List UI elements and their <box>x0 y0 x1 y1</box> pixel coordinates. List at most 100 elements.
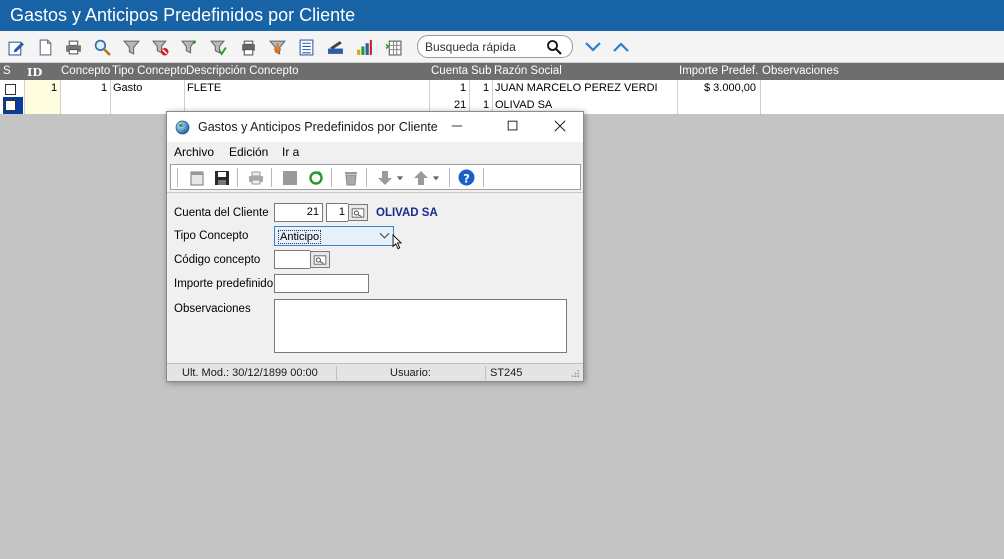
cuenta-lookup-button[interactable] <box>348 204 368 221</box>
col-observaciones[interactable]: Observaciones <box>762 65 839 77</box>
chevron-down-icon[interactable] <box>379 232 390 240</box>
print-icon[interactable] <box>64 38 82 56</box>
col-tipo-concepto[interactable]: Tipo Concepto <box>112 65 186 77</box>
cell-importe: $ 3.000,00 <box>704 82 756 94</box>
sub-input[interactable]: 1 <box>326 203 348 222</box>
filter-clear-icon[interactable] <box>151 38 169 56</box>
codigo-concepto-label: Código concepto <box>174 254 261 266</box>
arrow-down-dropdown-icon[interactable] <box>395 169 405 186</box>
table-row[interactable]: 1 1 Gasto FLETE 1 1 JUAN MARCELO PEREZ V… <box>0 80 1004 97</box>
new-document-icon[interactable] <box>36 38 54 56</box>
save-icon[interactable] <box>213 169 230 186</box>
cell-sub: 1 <box>483 82 490 94</box>
dialog-toolbar: ? <box>170 164 581 190</box>
filter-apply-icon[interactable] <box>209 38 227 56</box>
new-record-icon[interactable] <box>188 169 205 186</box>
menu-ir-a[interactable]: Ir a <box>282 145 299 159</box>
filter-icon[interactable] <box>122 38 140 56</box>
minimize-icon[interactable] <box>449 118 465 134</box>
magnifier-icon[interactable] <box>546 39 562 55</box>
toolbar-separator <box>177 168 178 187</box>
cliente-name: OLIVAD SA <box>376 207 438 219</box>
close-icon[interactable] <box>552 118 568 134</box>
dialog-menubar: Archivo Edición Ir a <box>167 142 583 162</box>
stop-icon[interactable] <box>281 169 298 186</box>
cell-cuenta: 1 <box>460 82 467 94</box>
cell-tipo: Gasto <box>113 82 143 94</box>
export-icon[interactable] <box>268 38 286 56</box>
maximize-icon[interactable] <box>505 118 521 134</box>
grid-header: S ID Concepto Tipo Concepto Descripción … <box>0 63 1004 80</box>
window-title: Gastos y Anticipos Predefinidos por Clie… <box>0 0 1004 31</box>
cuenta-label: Cuenta del Cliente <box>174 207 269 219</box>
resize-grip-icon[interactable] <box>571 369 580 378</box>
status-separator <box>336 366 337 380</box>
col-razon-social[interactable]: Razón Social <box>494 65 562 77</box>
main-toolbar <box>0 31 1004 63</box>
col-concepto[interactable]: Concepto <box>61 65 110 77</box>
col-importe[interactable]: Importe Predef. <box>679 65 758 77</box>
toolbar-separator <box>271 168 272 187</box>
edit-record-icon[interactable] <box>326 38 344 56</box>
cell-descripcion: FLETE <box>187 82 222 94</box>
importe-input[interactable] <box>274 274 369 293</box>
codigo-lookup-button[interactable] <box>310 251 330 268</box>
dialog-statusbar: Ult. Mod.: 30/12/1899 00:00 Usuario: ST2… <box>167 363 583 381</box>
ultima-modificacion: Ult. Mod.: 30/12/1899 00:00 <box>182 367 318 379</box>
toolbar-separator <box>366 168 367 187</box>
filter-add-icon[interactable] <box>180 38 198 56</box>
usuario-label: Usuario: <box>390 367 431 379</box>
toolbar-separator <box>237 168 238 187</box>
print-preview-icon[interactable] <box>239 38 257 56</box>
lookup-icon <box>351 207 365 218</box>
refresh-icon[interactable] <box>307 169 324 186</box>
tipo-concepto-value: Anticipo <box>278 230 322 244</box>
col-descripcion[interactable]: Descripción Concepto <box>186 65 299 77</box>
tipo-concepto-label: Tipo Concepto <box>174 230 249 242</box>
toolbar-separator <box>483 168 484 187</box>
lookup-icon <box>313 254 327 265</box>
globe-icon <box>175 120 190 135</box>
help-icon[interactable]: ? <box>458 169 475 186</box>
cell-sub: 1 <box>483 99 490 111</box>
toolbar-separator <box>449 168 450 187</box>
arrow-up-dropdown-icon[interactable] <box>431 169 441 186</box>
menu-archivo[interactable]: Archivo <box>174 145 214 159</box>
observaciones-textarea[interactable] <box>274 299 567 353</box>
print-icon[interactable] <box>247 169 264 186</box>
chevron-down-icon[interactable] <box>584 39 602 55</box>
search-icon[interactable] <box>93 38 111 56</box>
edit-dialog: Gastos y Anticipos Predefinidos por Clie… <box>166 111 584 382</box>
cuenta-input[interactable]: 21 <box>274 203 323 222</box>
list-view-icon[interactable] <box>297 38 315 56</box>
arrow-up-icon[interactable] <box>412 169 429 186</box>
arrow-down-icon[interactable] <box>376 169 393 186</box>
observaciones-label: Observaciones <box>174 303 251 315</box>
dialog-form: Cuenta del Cliente 21 1 OLIVAD SA Tipo C… <box>167 192 583 362</box>
col-id[interactable]: ID <box>27 65 42 79</box>
dialog-title: Gastos y Anticipos Predefinidos por Clie… <box>198 120 438 134</box>
row-checkbox[interactable] <box>5 100 16 111</box>
chart-icon[interactable] <box>355 38 373 56</box>
cell-razon: JUAN MARCELO PEREZ VERDI <box>495 82 658 94</box>
cell-id: 1 <box>51 82 58 94</box>
importe-label: Importe predefinido <box>174 278 274 290</box>
codigo-concepto-input[interactable] <box>274 250 310 269</box>
dialog-title-bar[interactable]: Gastos y Anticipos Predefinidos por Clie… <box>167 112 583 142</box>
tipo-concepto-select[interactable]: Anticipo <box>274 226 394 246</box>
chevron-up-icon[interactable] <box>612 39 630 55</box>
quick-search-input[interactable] <box>425 39 545 54</box>
mouse-cursor-icon <box>392 234 403 250</box>
menu-edicion[interactable]: Edición <box>229 145 268 159</box>
cell-concepto: 1 <box>101 82 108 94</box>
row-checkbox[interactable] <box>5 84 16 95</box>
delete-icon[interactable] <box>342 169 359 186</box>
edit-icon[interactable] <box>7 38 25 56</box>
columns-icon[interactable] <box>384 38 402 56</box>
col-sub[interactable]: Sub <box>471 65 491 77</box>
col-cuenta[interactable]: Cuenta <box>431 65 468 77</box>
cell-cuenta: 21 <box>454 99 467 111</box>
col-s[interactable]: S <box>3 65 11 77</box>
quick-search[interactable] <box>417 35 573 58</box>
svg-text:?: ? <box>463 171 470 185</box>
